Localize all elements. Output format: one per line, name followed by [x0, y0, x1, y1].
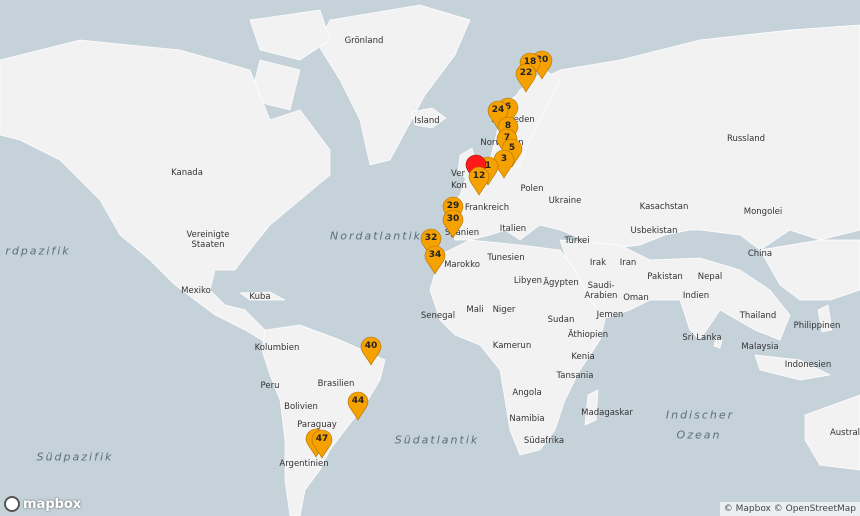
marker-label: 12: [472, 171, 486, 181]
label-kolumbien: Kolumbien: [254, 343, 300, 353]
label-mali: Mali: [466, 305, 484, 315]
marker-label: 22: [519, 68, 533, 78]
label-kenia: Kenia: [571, 352, 595, 362]
label-kuba: Kuba: [249, 292, 271, 302]
label-iran: Iran: [619, 258, 637, 268]
marker-label: 47: [315, 434, 329, 444]
label-saudi: Saudi-Arabien: [584, 281, 618, 301]
mapbox-logo[interactable]: mapbox: [4, 496, 81, 512]
label-pakistan: Pakistan: [647, 272, 683, 282]
label-niger: Niger: [492, 305, 516, 315]
label-china: China: [747, 249, 773, 259]
label-tunesien: Tunesien: [487, 253, 525, 263]
label-suedafrika: Südafrika: [523, 436, 565, 446]
label-libyen: Libyen: [513, 276, 543, 286]
label-aethiopien: Äthiopien: [567, 330, 609, 340]
label-italien: Italien: [499, 224, 527, 234]
label-philippinen: Philippinen: [793, 321, 841, 331]
label-tansania: Tansania: [556, 371, 594, 381]
label-australien: Austral: [829, 428, 860, 438]
label-usbekistan: Usbekistan: [630, 226, 678, 236]
attribution-osm-link[interactable]: © OpenStreetMap: [774, 504, 856, 514]
mapbox-logo-text: mapbox: [23, 496, 82, 512]
attribution: © Mapbox © OpenStreetMap: [719, 502, 860, 516]
label-russland: Russland: [726, 134, 766, 144]
label-ukraine: Ukraine: [548, 196, 582, 206]
marker-label: 30: [446, 214, 460, 224]
ocean-nordpazifik: rdpazifik: [5, 244, 71, 258]
label-ver: Ver: [451, 169, 465, 179]
map-canvas[interactable]: Grönland Island Kanada Vereinigte Staate…: [0, 0, 860, 516]
marker-label: 40: [364, 341, 378, 351]
label-kanada: Kanada: [171, 168, 203, 178]
label-kasachstan: Kasachstan: [639, 202, 689, 212]
ocean-suedatlantik: Südatlantik: [394, 433, 480, 447]
marker-label: 44: [351, 396, 365, 406]
label-marokko: Marokko: [444, 260, 480, 270]
label-kamerun: Kamerun: [492, 341, 532, 351]
label-madagaskar: Madagaskar: [581, 408, 633, 418]
marker-label: 24: [491, 105, 505, 115]
label-tuerkei: Türkei: [564, 236, 590, 246]
label-peru: Peru: [260, 381, 280, 391]
label-brasilien: Brasilien: [317, 379, 355, 389]
map-marker[interactable]: 12: [468, 166, 490, 196]
map-marker[interactable]: 40: [360, 336, 382, 366]
ocean-indisch-1: Indischer: [665, 408, 735, 422]
label-thailand: Thailand: [739, 311, 777, 321]
label-indien: Indien: [682, 291, 710, 301]
label-namibia: Namibia: [509, 414, 545, 424]
label-senegal: Senegal: [420, 311, 456, 321]
marker-label: 34: [428, 250, 442, 260]
label-groenland: Grönland: [344, 36, 384, 46]
label-irak: Irak: [589, 258, 607, 268]
attribution-mapbox-link[interactable]: © Mapbox: [724, 504, 771, 514]
label-polen: Polen: [520, 184, 544, 194]
ocean-nordatlantik: Nordatlantik: [329, 229, 423, 243]
label-mexiko: Mexiko: [181, 286, 211, 296]
label-malaysia: Malaysia: [741, 342, 779, 352]
map-marker[interactable]: 30: [442, 209, 464, 239]
label-bolivien: Bolivien: [284, 402, 318, 412]
label-oman: Oman: [623, 293, 649, 303]
mapbox-logo-icon: [4, 496, 20, 512]
ocean-suedpazifik: Südpazifik: [36, 450, 114, 464]
label-usa: Vereinigte Staaten: [186, 230, 230, 250]
ocean-indisch-2: Ozean: [676, 428, 722, 442]
label-island: Island: [414, 116, 440, 126]
label-nepal: Nepal: [697, 272, 723, 282]
map-marker[interactable]: 34: [424, 245, 446, 275]
map-marker[interactable]: 47: [311, 429, 333, 459]
label-mongolei: Mongolei: [743, 207, 783, 217]
marker-label: 32: [424, 233, 438, 243]
label-jemen: Jemen: [596, 310, 624, 320]
label-srilanka: Sri Lanka: [682, 333, 722, 343]
map-marker[interactable]: 44: [347, 391, 369, 421]
label-frankreich: Frankreich: [464, 203, 510, 213]
label-angola: Angola: [512, 388, 542, 398]
label-indonesien: Indonesien: [784, 360, 832, 370]
label-argentinien: Argentinien: [279, 459, 329, 469]
map-marker[interactable]: 22: [515, 63, 537, 93]
label-sudan: Sudan: [547, 315, 575, 325]
label-aegypten: Ägypten: [543, 278, 579, 288]
